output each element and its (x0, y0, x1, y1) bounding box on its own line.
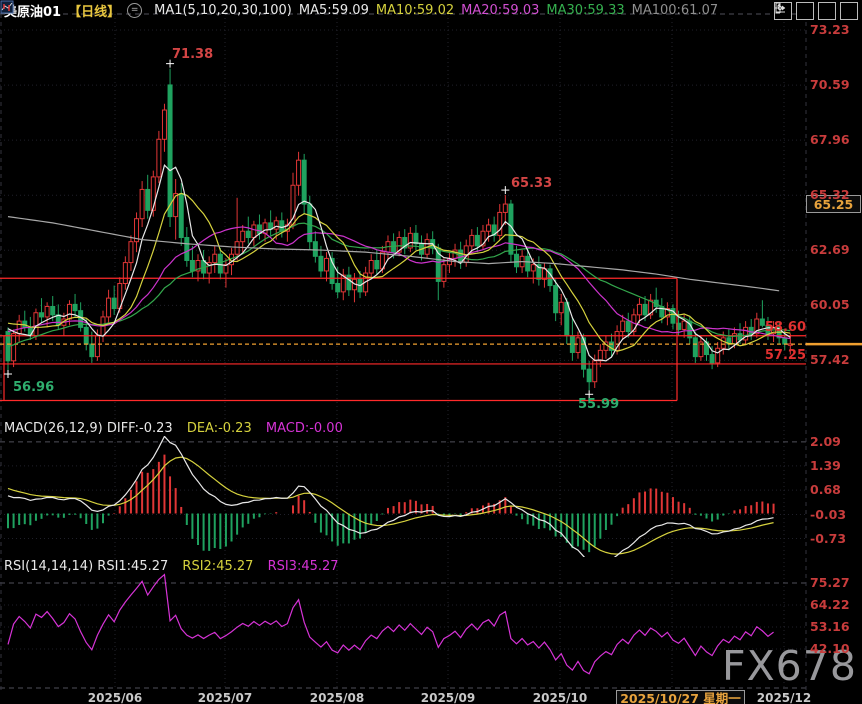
support-price-label: 57.25 (736, 348, 806, 363)
crosshair-date-box: 2025/10/27 星期一 (616, 690, 745, 704)
axis-tick-label: 73.23 (810, 22, 850, 37)
axis-tick-label: 75.27 (810, 575, 850, 590)
axis-tick-label: 70.59 (810, 77, 850, 92)
main-price-panel (0, 69, 806, 401)
ma5-legend: MA5:59.09 (299, 3, 369, 18)
date-tick-label: 2025/12 (739, 691, 829, 704)
date-tick-label: 2025/08 (292, 691, 382, 704)
rsi1-value: RSI(14,14,14) RSI1:45.27 (4, 559, 168, 574)
macd-dea-value: DEA:-0.23 (187, 421, 252, 436)
axis-tick-label: 42.10 (810, 641, 850, 656)
rsi2-value: RSI2:45.27 (182, 559, 253, 574)
axis-tick-label: -0.03 (810, 507, 846, 522)
date-tick-label: 2025/07 (180, 691, 270, 704)
chart-toolbar (774, 2, 858, 20)
dea-line (8, 457, 774, 554)
date-tick-label: 2025/10 (515, 691, 605, 704)
lowest-price-annotation: 55.99 (578, 397, 619, 412)
axis-tick-label: 60.05 (810, 297, 850, 312)
left-low-annotation: 56.96 (13, 380, 54, 395)
axis-tick-label: 67.96 (810, 132, 850, 147)
header-bar: 美原油01 【日线】 = MA1(5,10,20,30,100) MA5:59.… (0, 0, 862, 20)
date-tick-label: 2025/06 (70, 691, 160, 704)
left-axis-icon[interactable] (796, 2, 814, 20)
axis-tick-label: 2.09 (810, 434, 841, 449)
ma20-legend: MA20:59.03 (461, 3, 539, 18)
exit-panel-icon[interactable] (840, 2, 858, 20)
ma30-legend: MA30:59.33 (546, 3, 624, 18)
rsi-line (8, 575, 774, 674)
macd-header: MACD(26,12,9) DIFF:-0.23 DEA:-0.23 MACD:… (4, 421, 343, 436)
period-label[interactable]: 【日线】 (68, 1, 120, 20)
diff-line (8, 436, 774, 563)
date-tick-label: 2025/09 (403, 691, 493, 704)
axis-tick-label: 53.16 (810, 619, 850, 634)
chart-window: 美原油01 【日线】 = MA1(5,10,20,30,100) MA5:59.… (0, 0, 862, 704)
rsi-panel (8, 575, 774, 674)
highest-price-annotation: 71.38 (172, 47, 213, 62)
spike-high-annotation: 65.33 (511, 176, 552, 191)
axis-tick-label: 62.69 (810, 242, 850, 257)
ma10-legend: MA10:59.02 (376, 3, 454, 18)
axis-tick-label: 0.68 (810, 482, 841, 497)
ma100-legend: MA100:61.07 (632, 3, 719, 18)
axis-tick-label: 64.22 (810, 597, 850, 612)
rsi3-value: RSI3:45.27 (268, 559, 339, 574)
gridlines (0, 14, 806, 690)
chart-canvas[interactable] (0, 0, 862, 704)
resistance-price-label: 58.60 (736, 320, 806, 335)
rsi-header: RSI(14,14,14) RSI1:45.27 RSI2:45.27 RSI3… (4, 559, 339, 574)
ma-group-label: MA1(5,10,20,30,100) (154, 3, 292, 18)
macd-value: MACD:-0.00 (266, 421, 343, 436)
axis-tick-label: 65.32 (810, 187, 850, 202)
axis-tick-label: 57.42 (810, 352, 850, 367)
right-axis-icon[interactable] (818, 2, 836, 20)
axis-tick-label: 1.39 (810, 458, 841, 473)
macd-panel (8, 436, 774, 563)
macd-diff-value: MACD(26,12,9) DIFF:-0.23 (4, 421, 173, 436)
settings-icon[interactable]: = (127, 3, 142, 18)
axis-tick-label: -0.73 (810, 531, 846, 546)
